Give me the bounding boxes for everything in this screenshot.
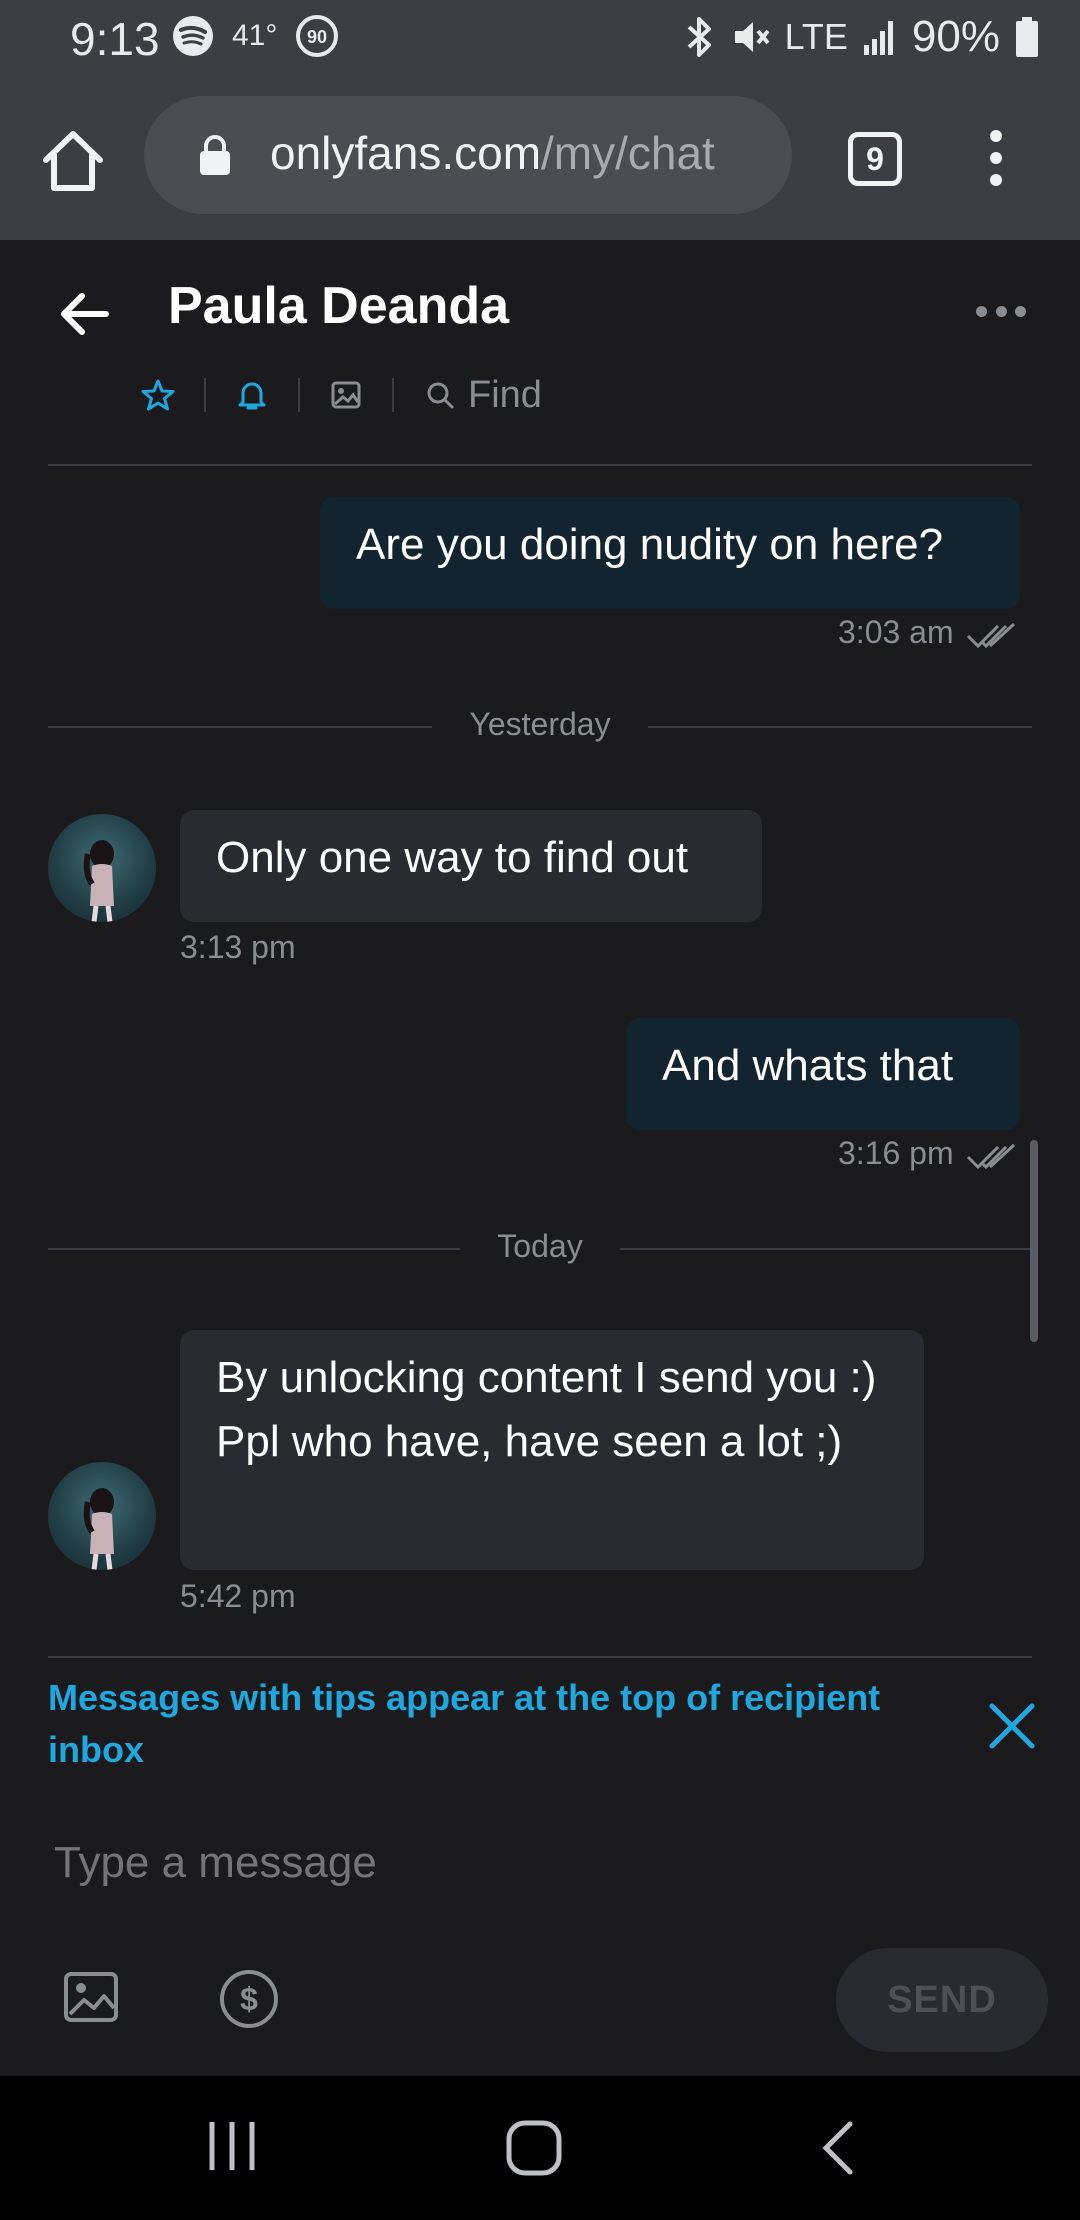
star-icon[interactable] (138, 375, 178, 415)
battery-icon (1016, 17, 1038, 57)
tab-switcher-button[interactable]: 9 (848, 132, 902, 186)
url-text: onlyfans.com/my/chat (270, 126, 715, 180)
bluetooth-icon (687, 17, 711, 57)
mute-icon (734, 22, 770, 52)
back-arrow-icon[interactable] (54, 284, 114, 344)
temperature-text: 41° (232, 19, 278, 52)
message-bubble-incoming[interactable]: By unlocking content I send you :) Ppl w… (180, 1330, 924, 1570)
battery-percent: 90% (911, 12, 1000, 61)
find-label[interactable]: Find (468, 374, 542, 417)
read-receipt-icon (966, 622, 1016, 649)
back-nav-icon[interactable] (818, 2118, 858, 2178)
tips-banner-text: Messages with tips appear at the top of … (48, 1677, 881, 1770)
lock-icon (200, 135, 230, 175)
spotify-icon (173, 16, 213, 56)
date-separator-label: Yesterday (469, 706, 611, 742)
chat-header: Paula Deanda Find (0, 240, 1080, 466)
status-bar: 9:13 41° 90 LTE 90% (0, 0, 1080, 96)
read-receipt-icon (966, 1143, 1016, 1170)
message-bubble-outgoing[interactable]: Are you doing nudity on here? (320, 497, 1020, 609)
message-input[interactable] (54, 1838, 994, 1888)
chat-toolbar: Find (138, 370, 542, 420)
gallery-icon[interactable] (326, 375, 366, 415)
home-icon[interactable] (38, 126, 108, 196)
address-bar[interactable]: onlyfans.com/my/chat (144, 96, 792, 214)
chat-title: Paula Deanda (168, 277, 510, 335)
svg-text:90: 90 (307, 27, 327, 47)
browser-menu-icon[interactable] (984, 130, 1008, 190)
signal-icon (863, 21, 893, 55)
send-button[interactable]: SEND (836, 1948, 1048, 2052)
image-attach-icon[interactable] (62, 1968, 120, 2026)
date-separator: Today (48, 1228, 1032, 1268)
url-host: onlyfans.com (270, 127, 542, 179)
url-path: /my/chat (541, 127, 715, 179)
scrollbar[interactable] (1030, 1140, 1038, 1342)
status-time: 9:13 (70, 13, 160, 65)
message-time: 3:03 am (838, 614, 954, 650)
tip-dollar-icon[interactable]: $ (218, 1968, 280, 2030)
browser-toolbar: onlyfans.com/my/chat 9 (0, 96, 1080, 240)
avatar[interactable] (48, 1462, 156, 1570)
avatar[interactable] (48, 814, 156, 922)
message-time: 5:42 pm (180, 1578, 296, 1614)
message-time: 3:13 pm (180, 929, 296, 965)
date-separator: Yesterday (48, 706, 1032, 746)
close-icon[interactable] (984, 1698, 1040, 1754)
android-nav-bar (0, 2076, 1080, 2220)
search-icon[interactable] (420, 375, 460, 415)
bell-icon[interactable] (232, 375, 272, 415)
home-nav-icon[interactable] (504, 2118, 564, 2178)
message-bubble-outgoing[interactable]: And whats that (626, 1018, 1020, 1130)
recent-apps-icon[interactable] (206, 2118, 258, 2174)
svg-text:$: $ (240, 1981, 258, 2017)
message-bubble-incoming[interactable]: Only one way to find out (180, 810, 762, 922)
divider (48, 464, 1032, 466)
message-time: 3:16 pm (838, 1135, 954, 1171)
network-type: LTE (784, 16, 848, 57)
temperature-90-icon: 90 (296, 15, 339, 57)
more-options-icon[interactable] (976, 306, 1026, 320)
date-separator-label: Today (497, 1228, 583, 1264)
divider (48, 1656, 1032, 1658)
